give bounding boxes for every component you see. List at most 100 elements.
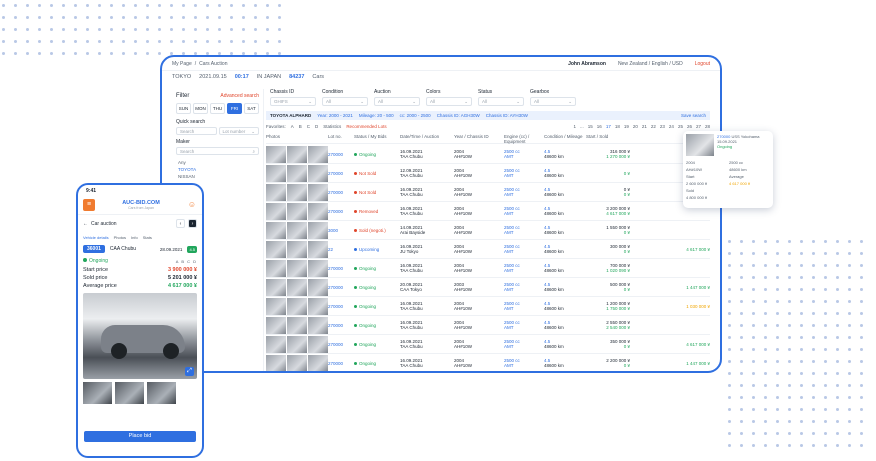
next-button[interactable]: › — [188, 219, 197, 228]
lot-number[interactable]: 270000 — [328, 285, 354, 290]
grade-d[interactable]: D — [315, 124, 318, 129]
thumbnail[interactable] — [115, 382, 144, 404]
table-row[interactable]: 270000 Not Sold 12.09.2021 TAA Chubu 2004 AH#… — [266, 164, 710, 183]
column-header[interactable]: Status / My Bids — [354, 132, 400, 143]
grade-c[interactable]: C — [307, 124, 310, 129]
thumbnail[interactable] — [83, 382, 112, 404]
row-photos[interactable] — [266, 183, 328, 201]
maker-item[interactable]: NISSAN — [176, 173, 259, 180]
quick-search-input[interactable]: Search — [176, 127, 217, 135]
lot-number-select[interactable]: Lot number ⌄ — [218, 127, 259, 135]
table-row[interactable]: 270000 Ongoing 16.09.2021 TAA Chubu 2004 AH#1… — [266, 259, 710, 278]
lot-number[interactable]: 270000 — [328, 342, 354, 347]
chassis-chip[interactable]: Chassis ID: AGH30W — [437, 113, 480, 118]
row-photos[interactable] — [266, 316, 328, 334]
page-link[interactable]: 25 — [678, 124, 683, 129]
gearbox-select[interactable]: All ⌄ — [530, 97, 576, 106]
page-link[interactable]: 20 — [633, 124, 638, 129]
table-row[interactable]: 270000 Not Sold 16.09.2021 TAA Chubu 2004 AH#… — [266, 183, 710, 202]
row-photos[interactable] — [266, 202, 328, 220]
column-header[interactable]: Start / Sold — [586, 132, 630, 143]
cc-chip[interactable]: cc: 2000 - 2500 — [400, 113, 431, 118]
page-link[interactable]: 16 — [597, 124, 602, 129]
lot-number[interactable]: 22 — [328, 247, 354, 252]
main-car-photo[interactable]: ⤢ — [83, 293, 197, 379]
table-row[interactable]: 270000 Ongoing 16.09.2021 TAA Chubu 2004 AH#1… — [266, 354, 710, 371]
lot-number[interactable]: 270000 — [328, 171, 354, 176]
advanced-search-link[interactable]: Advanced search — [220, 93, 259, 99]
lot-number[interactable]: 270000 — [328, 190, 354, 195]
page-link[interactable]: ... — [580, 124, 584, 129]
year-chip[interactable]: Year: 2000 - 2021 — [317, 113, 353, 118]
lot-number[interactable]: 270000 — [328, 266, 354, 271]
statistics-link[interactable]: Statistics — [323, 124, 341, 129]
tab-stats[interactable]: Stats — [143, 235, 152, 240]
table-row[interactable]: 270000 Removed 16.09.2021 TAA Chubu 2004 AH#1… — [266, 202, 710, 221]
day-sun[interactable]: SUN — [176, 103, 191, 114]
day-sat[interactable]: SAT — [244, 103, 259, 114]
row-photos[interactable] — [266, 335, 328, 353]
back-label[interactable]: Car auction — [91, 221, 117, 227]
fullscreen-icon[interactable]: ⤢ — [185, 367, 194, 376]
condition-select[interactable]: All ⌄ — [322, 97, 368, 106]
row-photos[interactable] — [266, 259, 328, 277]
page-link[interactable]: 18 — [615, 124, 620, 129]
page-link[interactable]: 17 — [606, 124, 611, 129]
logout-link[interactable]: Logout — [695, 61, 710, 67]
breadcrumb-home[interactable]: My Page — [172, 61, 192, 67]
column-header[interactable]: Date/Time / Auction — [400, 132, 454, 143]
grade-options[interactable]: A B C D — [176, 259, 197, 264]
table-row[interactable]: 3000 Sold (negoti.) 14.09.2021 Arai Bayside… — [266, 221, 710, 240]
page-link[interactable]: 26 — [687, 124, 692, 129]
chassis-chip[interactable]: Chassis ID: AYH30W — [486, 113, 528, 118]
maker-search-input[interactable]: Search ⌕ — [176, 147, 259, 155]
user-icon[interactable]: ☺ — [187, 200, 197, 210]
table-row[interactable]: 270000 Ongoing 16.09.2021 TAA Chubu 2004 AH#1… — [266, 145, 710, 164]
row-photos[interactable] — [266, 164, 328, 182]
column-header[interactable]: Photos — [266, 132, 328, 143]
day-mon[interactable]: MON — [193, 103, 208, 114]
lot-number[interactable]: 3000 — [328, 228, 354, 233]
page-link[interactable]: 15 — [588, 124, 593, 129]
table-row[interactable]: 270000 Ongoing 16.09.2021 TAA Chubu 2004 AH#1… — [266, 335, 710, 354]
page-link[interactable]: 24 — [669, 124, 674, 129]
table-row[interactable]: 270000 Ongoing 20.09.2021 CAA Tokyo 2003 AH#1… — [266, 278, 710, 297]
column-header[interactable]: Lot no. — [328, 132, 354, 143]
status-select[interactable]: All ⌄ — [478, 97, 524, 106]
lot-number[interactable]: 270000 — [328, 361, 354, 366]
maker-item[interactable]: TOYOTA — [176, 166, 259, 173]
column-header[interactable]: Condition / Mileage — [544, 132, 586, 143]
page-link[interactable]: 1 — [574, 124, 577, 129]
row-photos[interactable] — [266, 278, 328, 296]
mileage-chip[interactable]: Mileage: 20 - 500 — [359, 113, 394, 118]
row-photos[interactable] — [266, 145, 328, 163]
tab-vehicle-details[interactable]: Vehicle details — [83, 235, 109, 240]
row-photos[interactable] — [266, 297, 328, 315]
back-arrow-icon[interactable]: ← — [83, 221, 88, 227]
day-fri[interactable]: FRI — [227, 103, 242, 114]
grade-b[interactable]: B — [299, 124, 302, 129]
row-photos[interactable] — [266, 354, 328, 371]
column-header[interactable]: Engine (cc) / Equipment — [504, 132, 544, 144]
table-row[interactable]: 270000 Ongoing 16.09.2021 TAA Chubu 2004 AH#1… — [266, 297, 710, 316]
page-link[interactable]: 19 — [624, 124, 629, 129]
page-link[interactable]: 22 — [651, 124, 656, 129]
prev-button[interactable]: ‹ — [176, 219, 185, 228]
colors-select[interactable]: All ⌄ — [426, 97, 472, 106]
place-bid-button[interactable]: Place bid — [84, 431, 196, 442]
tab-info[interactable]: Info — [131, 235, 138, 240]
grade-a[interactable]: A — [291, 124, 294, 129]
page-link[interactable]: 27 — [696, 124, 701, 129]
lot-number[interactable]: 270000 — [328, 304, 354, 309]
row-photos[interactable] — [266, 240, 328, 258]
page-link[interactable]: 23 — [660, 124, 665, 129]
maker-item[interactable]: Any — [176, 159, 259, 166]
region-selector[interactable]: New Zealand / English / USD — [618, 61, 683, 67]
save-search-button[interactable]: Save search — [681, 113, 706, 118]
user-menu[interactable]: John Abramson — [568, 61, 606, 67]
page-link[interactable]: 21 — [642, 124, 647, 129]
row-photos[interactable] — [266, 221, 328, 239]
lot-number[interactable]: 270000 — [328, 152, 354, 157]
thumbnail[interactable] — [147, 382, 176, 404]
auction-select[interactable]: All ⌄ — [374, 97, 420, 106]
